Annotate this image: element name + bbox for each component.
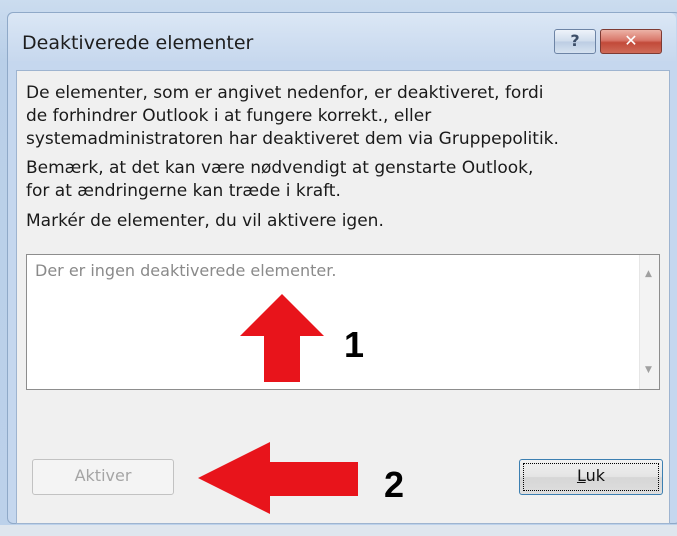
scroll-down-icon[interactable]: ▼ — [645, 365, 652, 375]
annotation-label-1: 1 — [344, 324, 365, 365]
annotation-label-2: 2 — [384, 464, 405, 505]
annotation-arrow-up — [240, 294, 324, 382]
description-line-3: systemadministratoren har deaktiveret de… — [26, 129, 559, 149]
close-button[interactable]: Luk — [519, 459, 663, 495]
list-scrollbar[interactable]: ▲ ▼ — [639, 255, 659, 389]
dialog-title: Deaktiverede elementer — [22, 32, 254, 54]
close-window-button[interactable]: ✕ — [600, 29, 662, 54]
help-button[interactable]: ? — [554, 29, 596, 54]
disabled-items-list[interactable]: Der er ingen deaktiverede elementer. ▲ ▼ — [26, 254, 660, 390]
background-strip — [0, 525, 677, 536]
empty-list-message: Der er ingen deaktiverede elementer. — [35, 261, 337, 280]
note-line-2: for at ændringerne kan træde i kraft. — [26, 181, 341, 201]
activate-button[interactable]: Aktiver — [32, 459, 174, 495]
close-button-label: Luk — [576, 466, 606, 485]
annotation-arrow-left — [198, 442, 358, 514]
note-line-1: Bemærk, at det kan være nødvendigt at ge… — [26, 158, 534, 178]
scroll-up-icon[interactable]: ▲ — [645, 269, 652, 279]
description-line-2: de forhindrer Outlook i at fungere korre… — [26, 106, 432, 126]
description-line-1: De elementer, som er angivet nedenfor, e… — [26, 83, 544, 103]
instruction-text: Markér de elementer, du vil aktivere ige… — [26, 211, 384, 231]
